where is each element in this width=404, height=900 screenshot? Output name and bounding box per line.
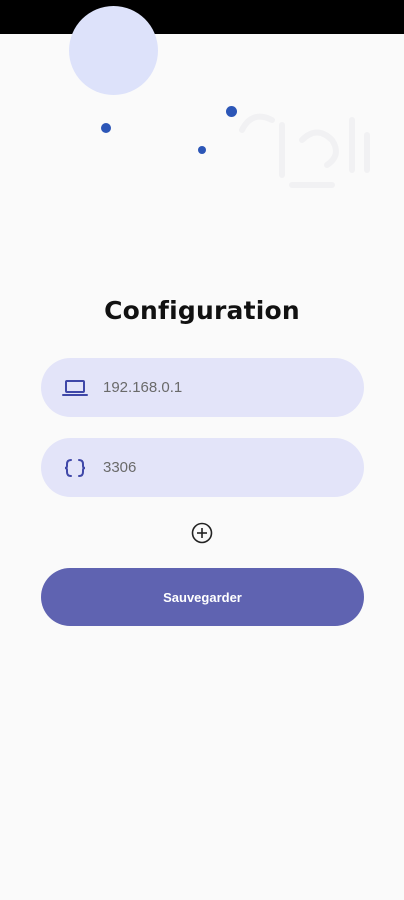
status-bar — [0, 0, 404, 34]
port-input[interactable] — [103, 459, 333, 476]
add-field-button[interactable] — [191, 522, 213, 544]
page-title: Configuration — [104, 296, 300, 325]
add-circle-icon — [191, 522, 213, 544]
host-field[interactable] — [41, 358, 364, 417]
decorative-dot — [198, 146, 206, 154]
host-input[interactable] — [103, 379, 333, 396]
decorative-circle — [69, 6, 158, 95]
decorative-dot — [101, 123, 111, 133]
save-button[interactable]: Sauvegarder — [41, 568, 364, 626]
laptop-icon — [62, 377, 88, 399]
faded-logo-illustration — [239, 113, 370, 188]
port-field[interactable] — [41, 438, 364, 497]
curly-braces-icon — [62, 457, 88, 479]
